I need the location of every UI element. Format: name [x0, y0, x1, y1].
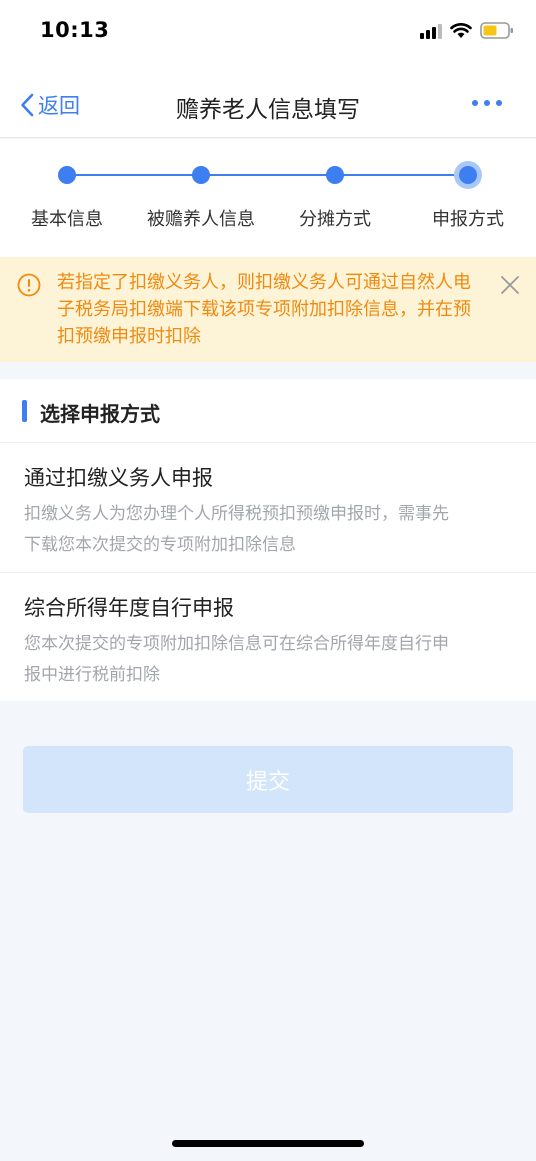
warning-circle-icon [17, 273, 41, 301]
option-desc: 您本次提交的专项附加扣除信息可在综合所得年度自行申报中进行税前扣除 [24, 634, 449, 685]
wifi-icon [450, 22, 472, 39]
option-annual-self-declare[interactable]: 综合所得年度自行申报 您本次提交的专项附加扣除信息可在综合所得年度自行申报中进行… [0, 572, 536, 701]
notice-banner: 若指定了扣缴义务人，则扣缴义务人可通过自然人电子税务局扣缴端下载该项专项附加扣除… [0, 257, 536, 362]
battery-icon [480, 22, 514, 39]
back-button[interactable]: 返回 [20, 90, 80, 120]
step-label-3: 分摊方式 [299, 209, 371, 230]
step-label-1: 基本信息 [31, 209, 103, 230]
status-time: 10:13 [40, 18, 110, 42]
step-progress: 基本信息 被赡养人信息 分摊方式 申报方式 [0, 139, 536, 257]
submit-button[interactable]: 提交 [23, 746, 513, 813]
step-dot-4-current [454, 161, 482, 189]
step-dot-2 [192, 166, 210, 184]
option-title: 综合所得年度自行申报 [24, 596, 234, 620]
status-icons [420, 22, 514, 39]
page-title: 赡养老人信息填写 [176, 97, 360, 123]
home-indicator [172, 1140, 364, 1147]
declare-method-section: 选择申报方式 通过扣缴义务人申报 扣缴义务人为您办理个人所得税预扣预缴申报时，需… [0, 379, 536, 701]
section-header: 选择申报方式 [0, 379, 536, 443]
notice-text: 若指定了扣缴义务人，则扣缴义务人可通过自然人电子税务局扣缴端下载该项专项附加扣除… [57, 272, 471, 347]
close-icon[interactable] [500, 275, 520, 299]
step-label-2: 被赡养人信息 [147, 209, 255, 230]
section-title: 选择申报方式 [40, 402, 160, 426]
option-desc: 扣缴义务人为您办理个人所得税预扣预缴申报时，需事先下载您本次提交的专项附加扣除信… [24, 504, 449, 555]
nav-bar: 返回 赡养老人信息填写 [0, 64, 536, 138]
option-withholding-agent[interactable]: 通过扣缴义务人申报 扣缴义务人为您办理个人所得税预扣预缴申报时，需事先下载您本次… [0, 443, 536, 572]
back-label: 返回 [38, 94, 80, 118]
page: 10:13 返回 赡养老人信息填写 基本信息 被赡养人信息 分摊方式 申报方式 … [0, 0, 536, 1161]
step-line [67, 174, 468, 176]
step-label-4: 申报方式 [432, 209, 504, 230]
status-bar: 10:13 [0, 0, 536, 64]
option-title: 通过扣缴义务人申报 [24, 466, 213, 490]
step-dot-3 [326, 166, 344, 184]
section-accent-bar [22, 400, 27, 422]
chevron-left-icon [21, 93, 34, 117]
step-dot-1 [58, 166, 76, 184]
signal-icon [420, 23, 442, 39]
more-icon[interactable] [472, 100, 502, 106]
